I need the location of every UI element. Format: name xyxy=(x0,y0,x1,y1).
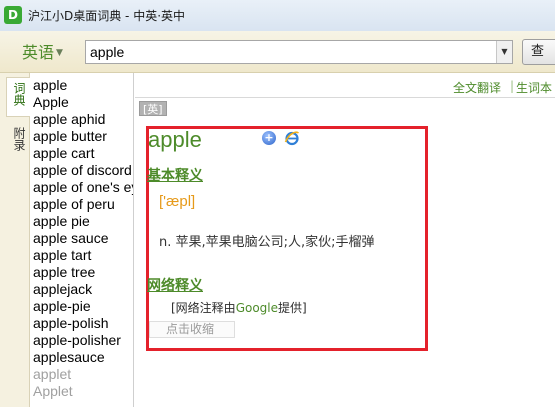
side-tabs: 词典 附录 xyxy=(0,73,30,407)
chevron-down-icon: ▼ xyxy=(56,48,63,58)
word-list-item[interactable]: apple of discord xyxy=(30,162,133,179)
tab-appendix[interactable]: 附录 xyxy=(8,127,26,151)
search-bar: 英语▼ ▼ 查 xyxy=(0,31,555,73)
word-list-item[interactable]: apple butter xyxy=(30,128,133,145)
web-note-brand: Google xyxy=(235,301,279,315)
word-list-item[interactable]: apple cart xyxy=(30,145,133,162)
link-separator: | xyxy=(510,79,515,93)
lookup-button[interactable]: 查 xyxy=(522,39,555,65)
word-list-item[interactable]: apple sauce xyxy=(30,230,133,247)
phonetic: ['æpl] xyxy=(159,193,196,210)
definition-text: n. 苹果,苹果电脑公司;人,家伙;手榴弹 xyxy=(159,235,375,250)
tab-dictionary[interactable]: 词典 xyxy=(8,82,26,106)
word-list-item[interactable]: applesauce xyxy=(30,349,133,366)
word-list-item[interactable]: apple tart xyxy=(30,247,133,264)
web-definition-heading[interactable]: 网络释义 xyxy=(147,275,203,295)
language-label: 英语 xyxy=(22,43,55,62)
word-list[interactable]: apple Apple apple aphid apple butter app… xyxy=(30,73,134,407)
search-combobox[interactable]: ▼ xyxy=(85,40,513,64)
panel-toolbar: 全文翻译 | 生词本 xyxy=(135,79,555,95)
full-translate-link[interactable]: 全文翻译 xyxy=(453,79,501,96)
web-search-icon[interactable] xyxy=(284,130,300,146)
word-list-item[interactable]: apple-polish xyxy=(30,315,133,332)
word-list-item[interactable]: apple tree xyxy=(30,264,133,281)
source-tag: [英] xyxy=(139,101,167,116)
word-list-item[interactable]: apple-polisher xyxy=(30,332,133,349)
word-list-item[interactable]: Applet xyxy=(30,383,133,400)
word-list-item[interactable]: applejack xyxy=(30,281,133,298)
word-list-item[interactable]: apple of peru xyxy=(30,196,133,213)
app-logo-icon: D xyxy=(4,6,22,24)
word-list-item[interactable]: apple aphid xyxy=(30,111,133,128)
collapse-button[interactable]: 点击收缩 xyxy=(149,321,235,338)
title-bar: D 沪江小D桌面词典 - 中英·英中 xyxy=(0,0,555,31)
web-source-note: [网络注释由Google提供] xyxy=(171,299,307,316)
language-selector[interactable]: 英语 ▼ xyxy=(22,39,63,63)
vocab-book-link[interactable]: 生词本 xyxy=(516,79,552,96)
word-list-item[interactable]: apple-pie xyxy=(30,298,133,315)
headword: apple xyxy=(148,127,202,152)
word-list-item[interactable]: apple pie xyxy=(30,213,133,230)
web-note-prefix: [网络注释由 xyxy=(171,301,236,315)
basic-definition-heading[interactable]: 基本释义 xyxy=(147,165,203,185)
word-list-item[interactable]: apple xyxy=(30,77,133,94)
word-list-item[interactable]: applet xyxy=(30,366,133,383)
dropdown-arrow-icon[interactable]: ▼ xyxy=(496,41,512,63)
window-title: 沪江小D桌面词典 - 中英·英中 xyxy=(28,9,186,23)
search-input[interactable] xyxy=(86,41,496,63)
entry-panel: 全文翻译 | 生词本 [英] apple + 基本释义 ['æpl] n. 苹果… xyxy=(135,73,555,407)
add-to-vocab-icon[interactable]: + xyxy=(262,131,276,145)
divider xyxy=(135,97,555,98)
word-list-item[interactable]: Apple xyxy=(30,94,133,111)
web-note-suffix: 提供] xyxy=(278,301,307,315)
word-list-item[interactable]: apple of one's eye xyxy=(30,179,133,196)
